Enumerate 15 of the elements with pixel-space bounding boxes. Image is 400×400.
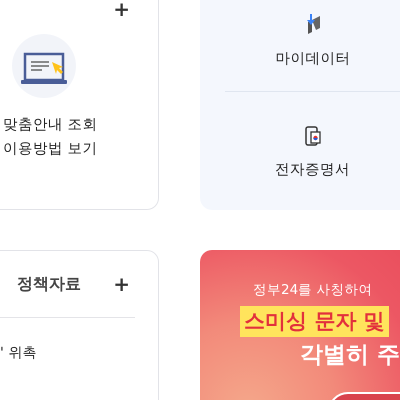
banner-highlight: 스미싱 문자 및: [240, 306, 389, 337]
menu-link[interactable]: 마이데이터: [276, 49, 350, 68]
menu-link[interactable]: 전자증명서: [275, 160, 350, 178]
add-icon[interactable]: +: [113, 272, 130, 296]
laptop-icon: [11, 33, 77, 99]
add-icon[interactable]: +: [113, 0, 130, 19]
folder-arrow-icon: [304, 13, 322, 35]
menu-link[interactable]: 이용방법 보기: [3, 139, 98, 159]
phone-certificate-icon: [304, 126, 320, 146]
menu-link[interactable]: 맞춤안내 조회: [3, 115, 98, 135]
tab[interactable]: 정책자료: [17, 274, 81, 294]
news-link[interactable]: ' 위촉: [0, 344, 36, 362]
banner-subtitle: 정부24를 사칭하여: [253, 281, 372, 299]
banner-title: 각별히 주: [300, 341, 400, 370]
banner-background[interactable]: 정부24를 사칭하여 스미싱 문자 및 각별히 주: [200, 250, 400, 400]
